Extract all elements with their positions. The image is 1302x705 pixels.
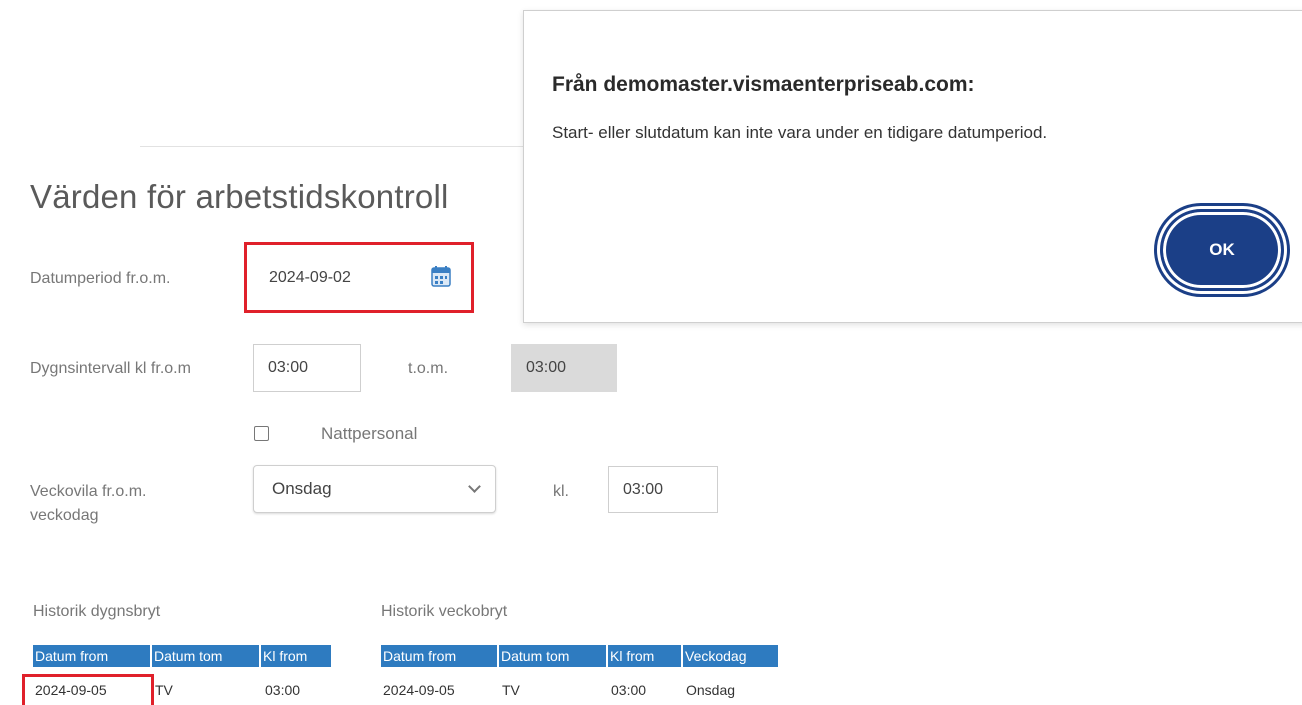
nattpersonal-checkbox[interactable] <box>254 426 269 441</box>
vecko-cell-datum-tom: TV <box>502 682 520 698</box>
dialog-title: Från demomaster.vismaenterpriseab.com: <box>552 73 975 96</box>
veckovila-time-value: 03:00 <box>623 480 664 498</box>
dygn-cell-kl-from: 03:00 <box>265 682 301 698</box>
nattpersonal-label: Nattpersonal <box>321 424 418 443</box>
dygn-col-datum-from: Datum from <box>33 645 150 667</box>
vecko-col-kl-from: Kl from <box>608 645 681 667</box>
dygn-col-kl-from: Kl from <box>261 645 331 667</box>
dialog-message: Start- eller slutdatum kan inte vara und… <box>552 123 1048 142</box>
vecko-cell-kl-from: 03:00 <box>611 682 647 698</box>
veckovila-day-select[interactable]: Onsdag <box>253 465 496 513</box>
dygns-from-input[interactable]: 03:00 <box>253 344 361 392</box>
datumperiod-label: Datumperiod fr.o.m. <box>30 270 171 287</box>
header-divider <box>140 146 530 147</box>
calendar-icon[interactable] <box>431 265 451 287</box>
page-title: Värden för arbetstidskontroll <box>30 178 449 215</box>
historik-veckobryt-title: Historik veckobryt <box>381 603 508 620</box>
veckovila-day-value: Onsdag <box>272 479 332 498</box>
tom-label: t.o.m. <box>408 360 449 377</box>
vecko-col-datum-from: Datum from <box>381 645 497 667</box>
vecko-col-datum-tom: Datum tom <box>499 645 606 667</box>
dygns-tom-value: 03:00 <box>526 359 567 376</box>
dygn-cell-datum-tom: TV <box>155 682 173 698</box>
historik-dygnsbryt-title: Historik dygnsbryt <box>33 603 161 620</box>
dygnsintervall-label: Dygnsintervall kl fr.o.m <box>30 360 191 377</box>
datumperiod-value: 2024-09-02 <box>269 268 351 286</box>
ok-button[interactable]: OK <box>1160 209 1284 291</box>
veckovila-time-input[interactable]: 03:00 <box>608 466 718 513</box>
dygns-tom-input: 03:00 <box>511 344 617 392</box>
veckovila-label: Veckovila fr.o.m. veckodag <box>30 483 147 524</box>
alert-dialog: Från demomaster.vismaenterpriseab.com: S… <box>523 10 1302 323</box>
dygns-from-value: 03:00 <box>268 359 309 376</box>
kl-label: kl. <box>553 483 569 500</box>
chevron-down-icon <box>468 480 481 493</box>
vecko-col-veckodag: Veckodag <box>683 645 778 667</box>
vecko-cell-veckodag: Onsdag <box>686 682 736 698</box>
dygn-cell-datum-from: 2024-09-05 <box>35 682 107 698</box>
dygn-col-datum-tom: Datum tom <box>152 645 259 667</box>
vecko-cell-datum-from: 2024-09-05 <box>383 682 455 698</box>
